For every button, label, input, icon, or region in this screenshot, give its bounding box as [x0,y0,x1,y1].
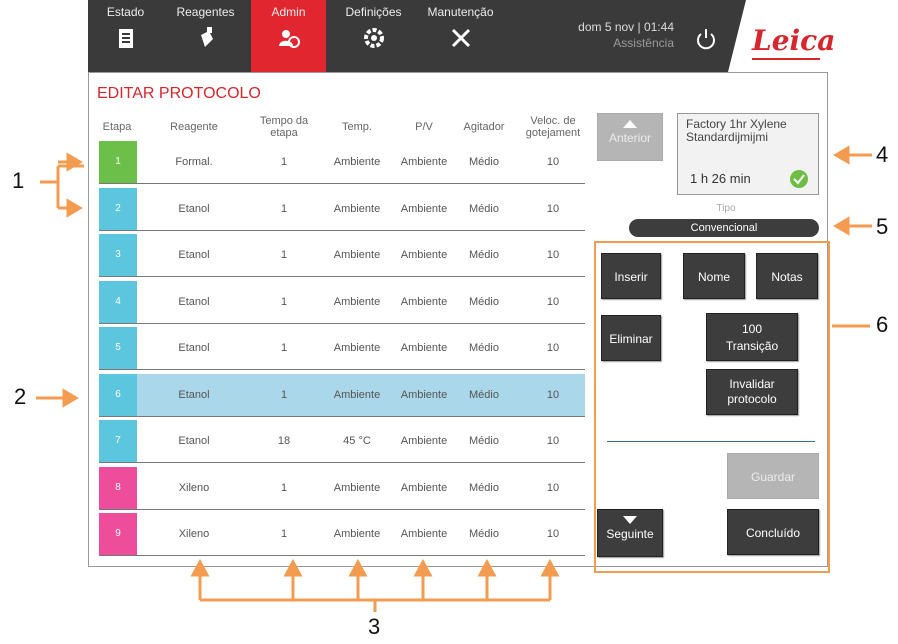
callout-4: 4 [876,142,889,167]
annotation-arrows [36,145,872,612]
callout-1: 1 [12,168,25,193]
callout-5: 5 [876,214,889,239]
callout-2: 2 [14,384,27,409]
callout-3: 3 [368,614,381,639]
callout-6: 6 [876,312,889,337]
